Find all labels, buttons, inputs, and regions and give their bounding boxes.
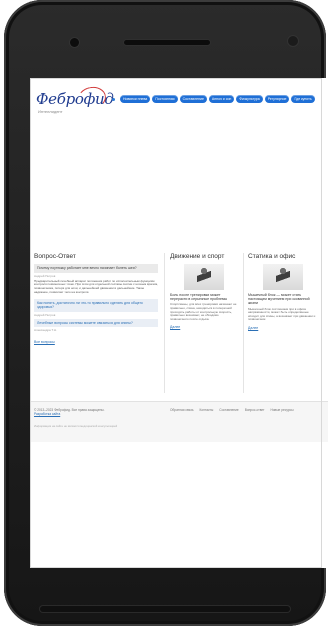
front-camera	[288, 36, 298, 46]
footer-link[interactable]: Обратная связь	[170, 408, 193, 412]
nav-item-regular[interactable]: Регулярное	[264, 95, 290, 103]
article-image[interactable]	[184, 264, 224, 290]
question-author: Андрей Петров	[34, 312, 56, 317]
disclaimer-text: Информация на сайте не является медицинс…	[34, 424, 118, 428]
article-column-movement: Движение и спорт Боль после тренировки м…	[170, 253, 238, 329]
article-excerpt: Мышечный блок состоянием при в офисе нап…	[248, 306, 316, 322]
content-area: Вопрос-Ответ Почему поутюжку работает мн…	[30, 253, 328, 403]
developer-link[interactable]: Разработка сайта	[34, 412, 60, 416]
article-headline[interactable]: Мышечный блок — может стать настоящим му…	[248, 293, 318, 306]
article-excerpt: Спортсмены, для всех тренировки начинают…	[170, 302, 237, 321]
qa-title: Вопрос-Ответ	[34, 253, 76, 260]
site-footer: © 2013–2023 Феброфид. Все права защищены…	[30, 401, 328, 442]
footer-link[interactable]: Вопрос-ответ	[245, 408, 265, 412]
bottom-speaker	[40, 606, 290, 612]
copyright-text: © 2013–2023 Феброфид. Все права защищены…	[34, 408, 105, 416]
nav-item-composition[interactable]: Составление	[179, 95, 207, 103]
question-author: Александра Т.Н.	[34, 328, 57, 333]
qa-column: Вопрос-Ответ Почему поутюжку работает мн…	[34, 253, 158, 344]
column-title: Статика и офис	[248, 253, 296, 260]
nav-item-where-to-buy[interactable]: Где купить	[291, 95, 315, 103]
proximity-sensor	[70, 38, 79, 47]
nav-item-exercise[interactable]: Физкультура	[236, 95, 263, 103]
all-questions-link[interactable]: Все вопросы	[34, 340, 158, 344]
earpiece-speaker	[124, 40, 210, 45]
read-more-link[interactable]: Далее	[248, 326, 318, 330]
column-divider	[243, 253, 244, 393]
answer-text: Предварительный лечебный аппарат положен…	[34, 278, 159, 294]
footer-link[interactable]: Составление	[219, 408, 238, 412]
home-bullet-icon[interactable]	[112, 98, 115, 101]
column-title: Движение и спорт	[170, 253, 225, 260]
article-headline[interactable]: Боль после тренировки может перерасти в …	[170, 293, 238, 301]
nav-item-apnea[interactable]: Апноэ и сон	[208, 95, 235, 103]
question-author: Андрей Петров	[34, 273, 56, 278]
main-nav: Новинки пнева Постоянная Составление Апн…	[120, 95, 315, 103]
question-item[interactable]: Почему поутюжку работает мне вечно начин…	[34, 264, 158, 273]
question-item[interactable]: Как понять, достаточно ли что-то правиль…	[34, 298, 158, 312]
footer-link[interactable]: Новые ресурсы	[270, 408, 293, 412]
nav-item-new[interactable]: Новинки пнева	[120, 95, 151, 103]
site-header: Феброфид Интеллидент Новинки пнева Посто…	[30, 78, 328, 130]
footer-link[interactable]: Контакты	[199, 408, 213, 412]
article-image[interactable]	[263, 264, 303, 290]
question-item[interactable]: Лечебные вопросы системы можете связатьс…	[34, 318, 158, 328]
logo-subtitle: Интеллидент	[38, 109, 63, 114]
footer-links: Обратная связь Контакты Составление Вопр…	[170, 408, 294, 412]
column-divider	[164, 253, 165, 393]
article-column-office: Статика и офис Мышечный блок — может ста…	[248, 253, 318, 330]
nav-item-constant[interactable]: Постоянная	[152, 95, 178, 103]
phone-screen: Феброфид Интеллидент Новинки пнева Посто…	[30, 78, 328, 568]
read-more-link[interactable]: Далее	[170, 325, 238, 329]
